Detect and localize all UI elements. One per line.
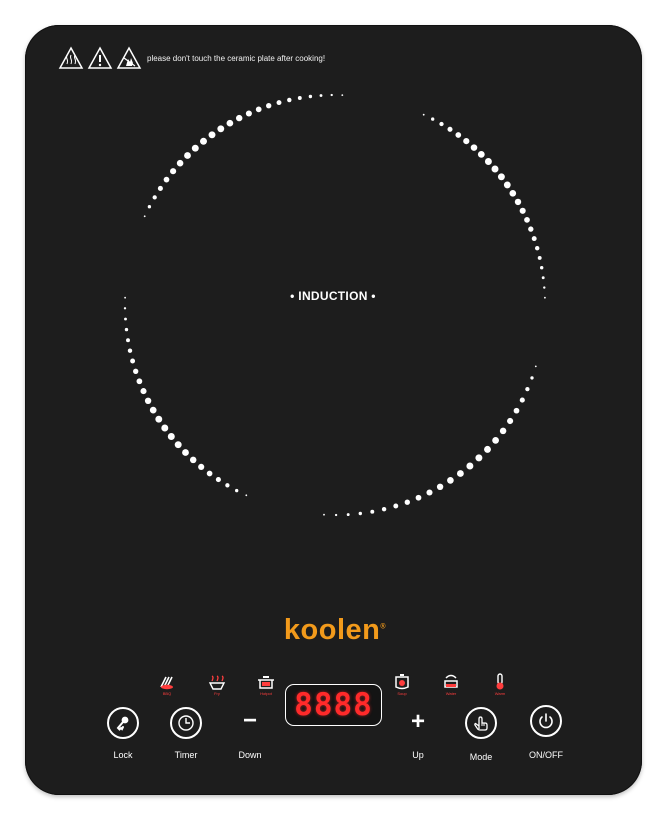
- mode-label: Mode: [469, 752, 493, 762]
- kettle-icon: [444, 674, 458, 688]
- mode-label-hotpot: Hotpot: [260, 691, 272, 696]
- bbq-icon: [160, 676, 173, 690]
- mode-label-bbq: BBQ: [162, 691, 172, 696]
- warning-row: please don't touch the ceramic plate aft…: [58, 45, 325, 71]
- mode-label-fry: Fry: [214, 691, 220, 696]
- lock-button[interactable]: [107, 707, 139, 739]
- fry-icon: [208, 675, 226, 690]
- mode-water: Water: [440, 673, 462, 697]
- lock-label: Lock: [113, 750, 133, 760]
- up-button[interactable]: +: [403, 708, 433, 736]
- power-label: ON/OFF: [529, 750, 563, 760]
- mode-bbq: BBQ: [156, 675, 178, 699]
- induction-label: • INDUCTION •: [290, 289, 376, 303]
- brand-logo: koolen®: [270, 614, 400, 647]
- mode-label-water: Water: [445, 691, 457, 696]
- mode-hotpot: Hotpot: [255, 675, 277, 699]
- registered-mark: ®: [380, 623, 387, 631]
- timer-button[interactable]: [170, 707, 202, 739]
- power-icon: [539, 713, 553, 729]
- led-display: 8888: [285, 684, 382, 726]
- mode-button[interactable]: [465, 707, 497, 739]
- mode-label-soup: Soup: [397, 691, 407, 696]
- hotpot-icon: [258, 676, 274, 689]
- cooktop-surface: [25, 25, 642, 795]
- warning-text: please don't touch the ceramic plate aft…: [147, 53, 326, 63]
- display-digits: 8888: [294, 687, 373, 723]
- touch-hand-icon: [474, 716, 488, 731]
- power-button[interactable]: [530, 705, 562, 737]
- down-label: Down: [238, 750, 262, 760]
- no-touch-icon: [116, 46, 142, 69]
- caution-icon: [87, 46, 113, 69]
- hot-surface-icon: [58, 46, 84, 69]
- mode-warm: Warm: [489, 673, 511, 697]
- warm-icon: [496, 673, 504, 690]
- mode-soup: Soup: [391, 673, 413, 697]
- brand-name: koolen: [283, 614, 381, 646]
- up-label: Up: [412, 750, 424, 760]
- soup-icon: [395, 674, 409, 690]
- clock-icon: [178, 715, 194, 731]
- down-button[interactable]: −: [235, 707, 265, 735]
- timer-label: Timer: [174, 750, 198, 760]
- mode-fry: Fry: [206, 675, 228, 699]
- mode-label-warm: Warm: [494, 691, 506, 696]
- key-icon: [116, 716, 129, 731]
